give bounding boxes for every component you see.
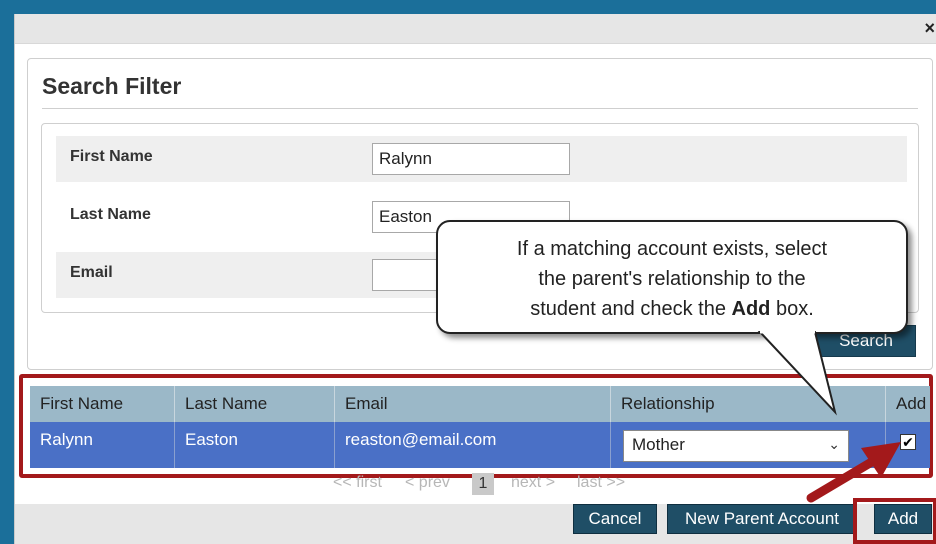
parent-search-dialog: × Search Filter First Name Last Name Ema… (14, 14, 936, 544)
arrow-icon (806, 442, 901, 503)
